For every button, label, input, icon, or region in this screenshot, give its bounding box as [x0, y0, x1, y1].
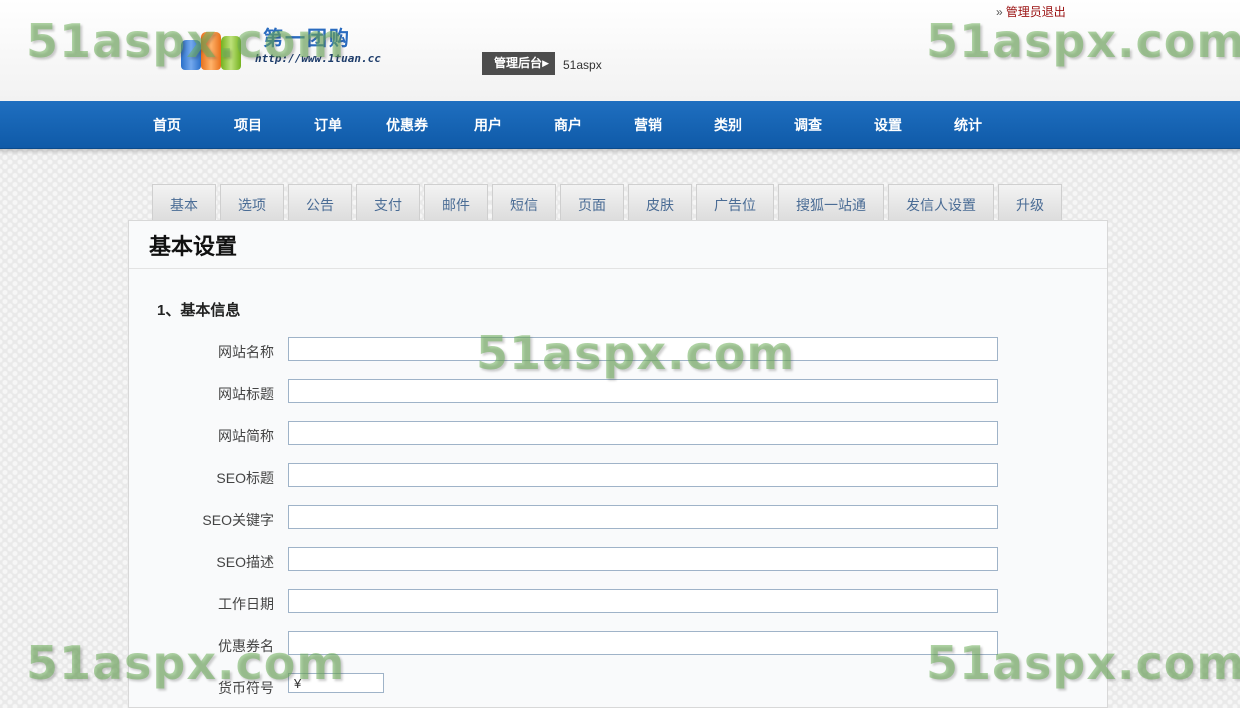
field-label-site-title: 网站标题	[218, 386, 274, 402]
logo-brand-text: 第一团购	[263, 26, 351, 50]
raquo-icon: »	[996, 5, 1003, 19]
nav-item-projects[interactable]: 项目	[234, 101, 262, 149]
panel-header: 基本设置	[129, 221, 1107, 269]
admin-backend-badge[interactable]: 管理后台 ▶	[482, 52, 555, 75]
work-days-input[interactable]	[288, 589, 998, 613]
logout-link[interactable]: » 管理员退出	[996, 3, 1066, 20]
coupon-name-input[interactable]	[288, 631, 998, 655]
seo-title-input[interactable]	[288, 463, 998, 487]
field-label-site-short-name: 网站简称	[218, 428, 274, 444]
admin-backend-label: 管理后台	[494, 56, 543, 70]
tab-email[interactable]: 邮件	[424, 184, 488, 221]
field-label-seo-description: SEO描述	[216, 554, 274, 570]
main-nav: 首页 项目 订单 优惠券 用户 商户 营销 类别 调查 设置 统计	[0, 101, 1240, 149]
seo-keywords-input[interactable]	[288, 505, 998, 529]
nav-item-categories[interactable]: 类别	[714, 101, 742, 149]
logo-green-can-icon	[221, 36, 241, 70]
nav-shadow	[0, 149, 1240, 155]
seo-description-input[interactable]	[288, 547, 998, 571]
tab-ad-slots[interactable]: 广告位	[696, 184, 774, 221]
field-label-seo-keywords: SEO关键字	[202, 512, 274, 528]
tab-skin[interactable]: 皮肤	[628, 184, 692, 221]
tab-payment[interactable]: 支付	[356, 184, 420, 221]
site-name-input[interactable]	[288, 337, 998, 361]
tab-options[interactable]: 选项	[220, 184, 284, 221]
tab-announcement[interactable]: 公告	[288, 184, 352, 221]
play-arrow-icon: ▶	[542, 58, 549, 68]
site-logo[interactable]: 第一团购 http://www.1tuan.cc	[175, 18, 381, 78]
currency-symbol-input[interactable]	[288, 673, 384, 693]
page-title: 基本设置	[149, 234, 238, 259]
logo-orange-can-icon	[201, 32, 221, 70]
nav-item-orders[interactable]: 订单	[314, 101, 342, 149]
header: 第一团购 http://www.1tuan.cc 管理后台 ▶ 51aspx »…	[0, 0, 1240, 101]
section-title: 1、基本信息	[157, 302, 241, 319]
site-title-input[interactable]	[288, 379, 998, 403]
field-label-coupon-name: 优惠券名	[218, 638, 274, 654]
site-short-name-input[interactable]	[288, 421, 998, 445]
settings-panel: 基本设置 1、基本信息 网站名称 网站标题 网站简称 SEO标题 SEO关键字 …	[128, 220, 1108, 708]
logo-url-text: http://www.1tuan.cc	[255, 52, 381, 65]
tab-upgrade[interactable]: 升级	[998, 184, 1062, 221]
nav-item-surveys[interactable]: 调查	[794, 101, 822, 149]
nav-item-merchants[interactable]: 商户	[554, 101, 582, 149]
logout-label: 管理员退出	[1005, 5, 1066, 19]
nav-item-home[interactable]: 首页	[153, 101, 181, 149]
nav-item-settings[interactable]: 设置	[874, 101, 902, 149]
tab-sms[interactable]: 短信	[492, 184, 556, 221]
tab-pages[interactable]: 页面	[560, 184, 624, 221]
field-label-site-name: 网站名称	[218, 344, 274, 360]
nav-item-users[interactable]: 用户	[474, 101, 502, 149]
nav-item-stats[interactable]: 统计	[954, 101, 982, 149]
field-label-currency-symbol: 货币符号	[218, 680, 274, 696]
field-label-work-days: 工作日期	[218, 596, 274, 612]
nav-item-marketing[interactable]: 营销	[634, 101, 662, 149]
site-name: 51aspx	[563, 58, 602, 72]
tab-sender-settings[interactable]: 发信人设置	[888, 184, 994, 221]
nav-item-coupons[interactable]: 优惠券	[386, 101, 428, 149]
logo-blue-can-icon	[181, 40, 201, 70]
tab-basic[interactable]: 基本	[152, 184, 216, 221]
tab-sohu-login[interactable]: 搜狐一站通	[778, 184, 884, 221]
field-label-seo-title: SEO标题	[216, 470, 274, 486]
